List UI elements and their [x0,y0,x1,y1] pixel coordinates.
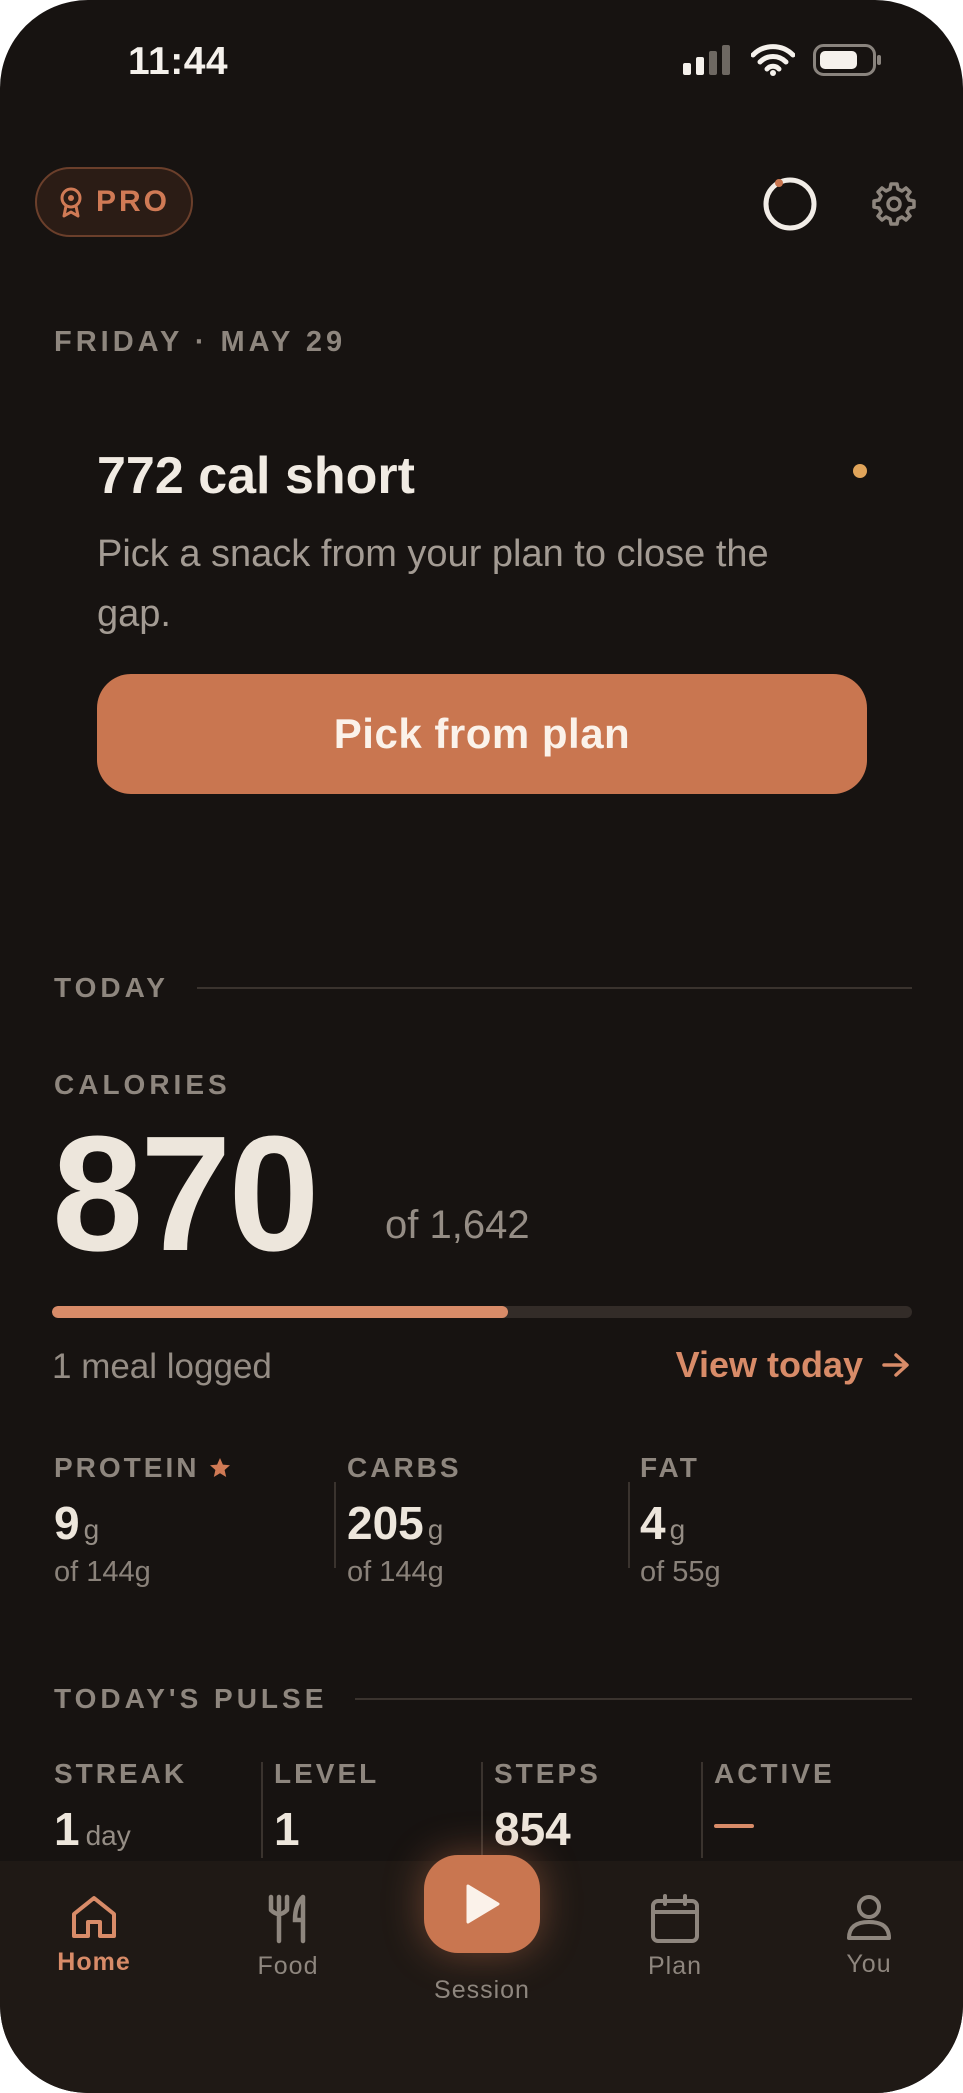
macro-value: 205 [347,1497,424,1549]
macro-unit: g [427,1514,444,1545]
wifi-icon [751,44,795,76]
section-label-pulse: TODAY'S PULSE [54,1683,328,1714]
section-label-today: TODAY [54,972,169,1003]
tab-plan[interactable]: Plan [595,1894,755,1981]
macro-label: CARBS [347,1452,462,1483]
pulse-active[interactable]: ACTIVE [714,1758,835,1828]
pulse-steps[interactable]: STEPS 854 [494,1758,601,1856]
today-section-header: TODAY [54,972,912,1004]
macro-carbs[interactable]: CARBS 205 g of 144g [347,1452,462,1592]
arrow-right-icon [882,1353,909,1377]
macro-divider [334,1482,336,1568]
status-time: 11:44 [128,40,229,83]
macro-label: FAT [640,1452,700,1483]
battery-icon [813,44,881,76]
pulse-divider [481,1762,483,1858]
pulse-unit: day [85,1820,131,1851]
pulse-value: 854 [494,1803,571,1855]
pulse-empty-dash [714,1824,754,1828]
pick-from-plan-button[interactable]: Pick from plan [97,674,867,794]
award-icon [60,187,82,218]
progress-ring-icon[interactable] [760,174,820,234]
view-today-link[interactable]: View today [676,1344,911,1386]
macro-goal: of 55g [640,1556,721,1588]
pulse-label: LEVEL [274,1758,380,1789]
macro-value: 4 [640,1497,666,1549]
calorie-progress-fill [52,1306,508,1318]
home-icon [72,1896,116,1938]
calorie-gap-title: 772 cal short [97,447,415,505]
app-screen: 11:44 PRO FRIDAY · MAY 29 772 cal short … [0,0,963,2093]
tab-label: Food [257,1952,319,1980]
pulse-label: ACTIVE [714,1758,835,1789]
pulse-label: STREAK [54,1758,188,1789]
macro-unit: g [669,1514,686,1545]
section-divider [355,1698,912,1700]
user-icon [847,1895,891,1940]
pro-label: PRO [95,185,170,218]
tab-label: Home [57,1948,131,1976]
calendar-icon [651,1894,699,1943]
date-label: FRIDAY · MAY 29 [54,326,347,358]
calories-value: 870 [52,1102,320,1285]
session-label: Session [434,1976,530,2004]
calories-goal: of 1,642 [385,1203,530,1247]
tab-home[interactable]: Home [14,1894,174,1977]
tab-food[interactable]: Food [208,1894,368,1981]
macro-fat[interactable]: FAT 4g of 55g [640,1452,721,1592]
cellular-signal-icon [683,45,730,75]
macro-value: 9 [54,1497,80,1549]
pulse-divider [261,1762,263,1858]
tab-you[interactable]: You [789,1894,949,1979]
play-icon [466,1884,500,1924]
status-icons [683,44,883,76]
calories-label: CALORIES [54,1069,231,1100]
tab-label: Plan [647,1952,703,1980]
fork-knife-icon [268,1894,306,1944]
pulse-divider [701,1762,703,1858]
macro-label: PROTEIN [54,1452,200,1483]
macros-row: PROTEIN 9g of 144g CARBS 205 g of 144g FA… [52,1452,912,1592]
pulse-level[interactable]: LEVEL 1 [274,1758,379,1856]
macro-divider [628,1482,630,1568]
meals-logged-count: 1 meal logged [52,1347,272,1386]
session-button[interactable] [424,1855,540,1953]
pulse-label: STEPS [494,1758,601,1789]
pulse-section-header: TODAY'S PULSE [54,1683,912,1715]
calorie-progress-bar [52,1306,912,1318]
pulse-value: 1 [54,1803,80,1855]
view-today-label: View today [675,1344,863,1385]
gear-icon[interactable] [870,180,918,228]
star-icon [210,1458,231,1477]
pulse-streak[interactable]: STREAK 1 day [54,1758,187,1856]
pro-badge[interactable]: PRO [35,167,193,237]
macro-goal: of 144g [54,1556,151,1588]
pulse-row: STREAK 1 day LEVEL 1 STEPS 854 ACTIVE [52,1758,912,1858]
macro-unit: g [83,1514,100,1545]
tab-label: You [846,1950,892,1978]
calorie-gap-message: Pick a snack from your plan to close the… [97,533,769,635]
macro-protein[interactable]: PROTEIN 9g of 144g [54,1452,231,1592]
pulse-value: 1 [274,1803,300,1855]
macro-goal: of 144g [347,1556,444,1588]
status-dot [853,464,867,478]
section-divider [196,987,912,989]
